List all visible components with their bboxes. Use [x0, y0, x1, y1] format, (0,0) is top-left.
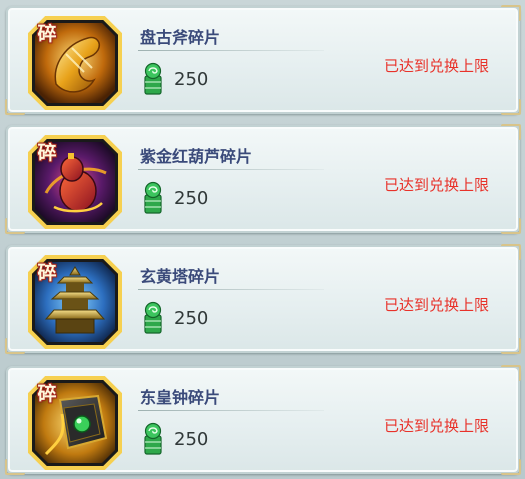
exchange-limit-status: 已达到兑换上限 [384, 296, 490, 314]
pangu-axe-icon[interactable]: 碎 [26, 14, 124, 112]
item-name: 东皇钟碎片 [140, 388, 221, 407]
jade-token-icon [144, 301, 162, 334]
item-name: 紫金红葫芦碎片 [140, 147, 253, 166]
divider [138, 410, 324, 411]
fragment-badge: 碎 [37, 23, 57, 45]
card-corner-ornament [501, 365, 521, 381]
divider [138, 289, 324, 290]
exchange-item-card[interactable]: 碎 紫金红葫芦碎片 250 已达到兑换上限 [5, 124, 521, 234]
exchange-list: 碎 盘古斧碎片 250 已达到兑换上限 碎 紫金红葫芦碎片 250 已达到兑换上… [0, 0, 525, 479]
jade-token-icon [144, 62, 162, 95]
jade-token-icon [144, 181, 162, 214]
price-value: 250 [174, 69, 209, 90]
exchange-limit-status: 已达到兑换上限 [384, 176, 490, 194]
jade-token-icon [144, 422, 162, 455]
card-corner-ornament [501, 5, 521, 21]
exchange-item-card[interactable]: 碎 盘古斧碎片 250 已达到兑换上限 [5, 5, 521, 115]
donghuang-bell-icon[interactable]: 碎 [26, 374, 124, 472]
card-corner-ornament [501, 124, 521, 140]
purple-gold-gourd-icon[interactable]: 碎 [26, 133, 124, 231]
divider [138, 169, 324, 170]
price-value: 250 [174, 308, 209, 329]
fragment-badge: 碎 [37, 383, 57, 405]
exchange-limit-status: 已达到兑换上限 [384, 57, 490, 75]
fragment-badge: 碎 [37, 142, 57, 164]
fragment-badge: 碎 [37, 262, 57, 284]
item-name: 玄黄塔碎片 [140, 267, 221, 286]
card-corner-ornament [501, 244, 521, 260]
exchange-item-card[interactable]: 碎 玄黄塔碎片 250 已达到兑换上限 [5, 244, 521, 354]
price-value: 250 [174, 429, 209, 450]
divider [138, 50, 324, 51]
xuanhuang-pagoda-icon[interactable]: 碎 [26, 253, 124, 351]
exchange-limit-status: 已达到兑换上限 [384, 417, 490, 435]
item-name: 盘古斧碎片 [140, 28, 221, 47]
exchange-item-card[interactable]: 碎 东皇钟碎片 250 已达到兑换上限 [5, 365, 521, 475]
price-value: 250 [174, 188, 209, 209]
